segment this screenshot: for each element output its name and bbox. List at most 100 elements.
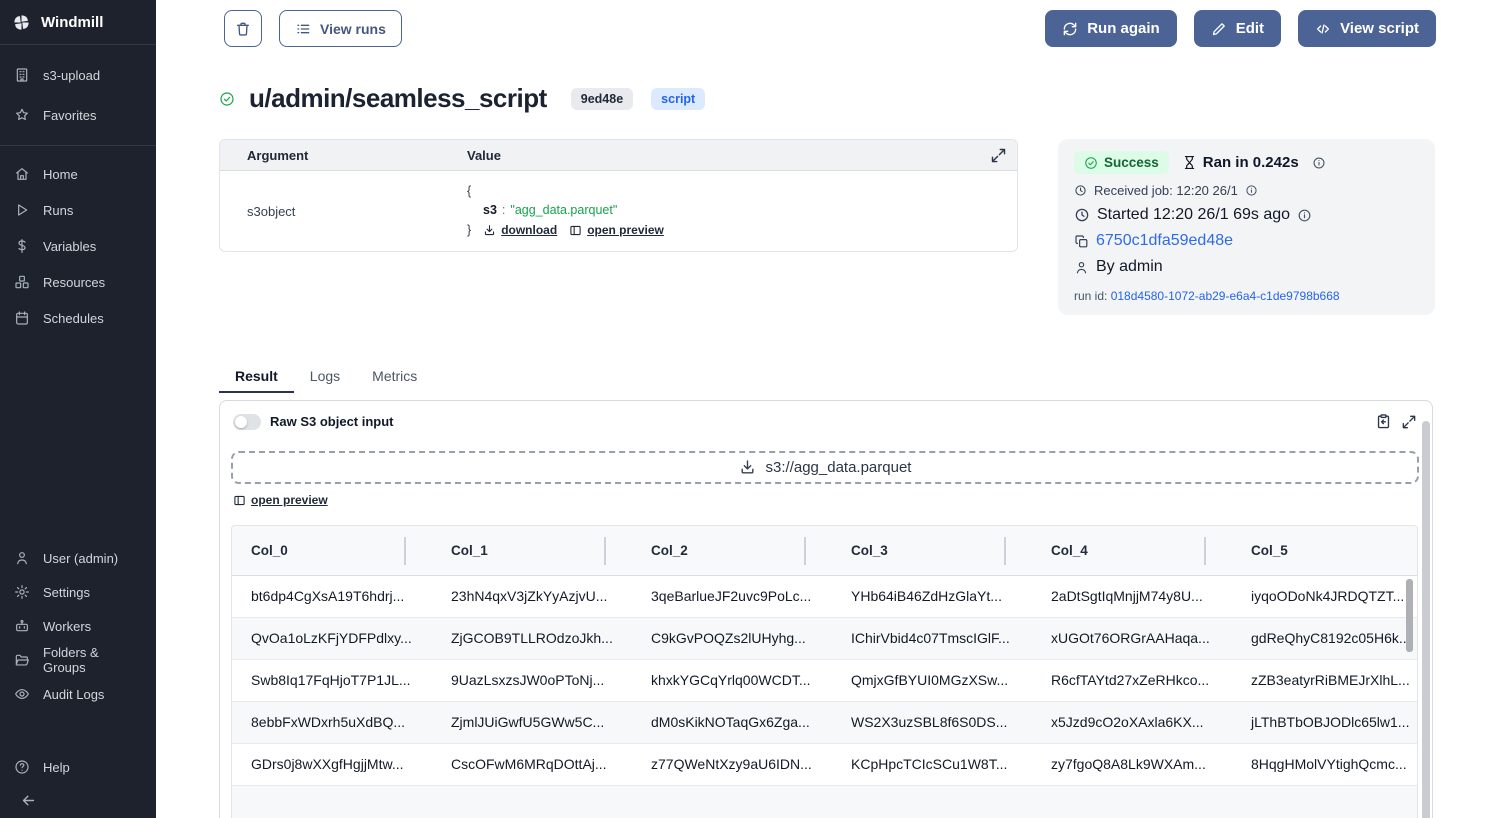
toolbar: View runs Run again Edit View script bbox=[224, 10, 1436, 47]
download-link[interactable]: download bbox=[483, 221, 557, 240]
expand-icon[interactable] bbox=[990, 147, 1007, 164]
sidebar-item-variables[interactable]: Variables bbox=[0, 228, 156, 264]
argument-value-json: { s3:"agg_data.parquet" } download open … bbox=[467, 182, 1007, 240]
sidebar-item-label: Audit Logs bbox=[43, 687, 104, 702]
sidebar-workspace-group: s3-upload Favorites bbox=[0, 45, 156, 145]
view-script-button[interactable]: View script bbox=[1298, 10, 1436, 47]
value-column-header: Value bbox=[467, 148, 977, 163]
sidebar-item-label: Home bbox=[43, 167, 78, 182]
sidebar-item-label: Settings bbox=[43, 585, 90, 600]
toggle-label: Raw S3 object input bbox=[270, 414, 394, 429]
table-cell: GDrs0j8wXXgfHgjjMtw... bbox=[232, 744, 432, 785]
table-cell: CscOFwM6MRqDOttAj... bbox=[432, 744, 632, 785]
table-scrollbar-thumb[interactable] bbox=[1406, 579, 1413, 652]
worker-link[interactable]: 6750c1dfa59ed48e bbox=[1096, 232, 1233, 250]
column-resize-handle[interactable] bbox=[404, 537, 406, 565]
column-resize-handle[interactable] bbox=[804, 537, 806, 565]
run-again-button[interactable]: Run again bbox=[1045, 10, 1177, 47]
result-panel: Raw S3 object input s3://agg_data.parque… bbox=[219, 400, 1433, 818]
table-cell: iyqoODoNk4JRDQTZT... bbox=[1232, 576, 1417, 617]
gear-icon bbox=[14, 584, 30, 600]
panel-scrollbar[interactable] bbox=[1422, 421, 1430, 818]
tab-metrics[interactable]: Metrics bbox=[356, 363, 433, 393]
sidebar-item-runs[interactable]: Runs bbox=[0, 192, 156, 228]
sidebar-item-label: Favorites bbox=[43, 108, 96, 123]
sidebar-item-folders-groups[interactable]: Folders & Groups bbox=[0, 643, 156, 677]
json-brace-close-row: } download open preview bbox=[467, 221, 1007, 240]
sidebar-item-label: s3-upload bbox=[43, 68, 100, 83]
eye-icon bbox=[14, 686, 30, 702]
sidebar-item-user[interactable]: User (admin) bbox=[0, 541, 156, 575]
table-cell: QvOa1oLzKFjYDFPdlxy... bbox=[232, 618, 432, 659]
building-icon bbox=[14, 67, 30, 83]
sidebar-item-workers[interactable]: Workers bbox=[0, 609, 156, 643]
edit-button[interactable]: Edit bbox=[1194, 10, 1281, 47]
json-brace-close: } bbox=[467, 221, 471, 240]
app-window: Windmill s3-upload Favorites Home Runs bbox=[0, 0, 1493, 818]
panel-preview-icon bbox=[233, 494, 246, 507]
table-cell: zZB3eatyrRiBMEJrXlhL... bbox=[1232, 660, 1417, 701]
view-runs-button[interactable]: View runs bbox=[279, 10, 402, 47]
column-resize-handle[interactable] bbox=[604, 537, 606, 565]
open-preview-link[interactable]: open preview bbox=[569, 221, 664, 240]
table-cell: ZjGCOB9TLLROdzoJkh... bbox=[432, 618, 632, 659]
app-name: Windmill bbox=[41, 14, 103, 31]
sidebar-item-s3-upload[interactable]: s3-upload bbox=[0, 55, 156, 95]
delete-run-button[interactable] bbox=[224, 10, 262, 47]
column-header: Col_1 bbox=[432, 526, 632, 575]
trash-icon bbox=[235, 21, 251, 37]
sidebar-collapse-button[interactable] bbox=[6, 786, 38, 814]
sidebar-item-schedules[interactable]: Schedules bbox=[0, 300, 156, 336]
info-icon[interactable] bbox=[1245, 184, 1258, 197]
dollar-icon bbox=[14, 238, 30, 254]
sidebar-item-label: User (admin) bbox=[43, 551, 118, 566]
column-resize-handle[interactable] bbox=[1204, 537, 1206, 565]
raw-s3-toggle[interactable] bbox=[233, 414, 261, 430]
json-string-value: "agg_data.parquet" bbox=[510, 203, 617, 217]
sidebar-item-audit-logs[interactable]: Audit Logs bbox=[0, 677, 156, 711]
table-cell: Swb8Iq17FqHjoT7P1JL... bbox=[232, 660, 432, 701]
sidebar-item-label: Folders & Groups bbox=[43, 645, 142, 675]
info-icon[interactable] bbox=[1297, 208, 1312, 223]
column-header: Col_2 bbox=[632, 526, 832, 575]
table-cell: IChirVbid4c07TmscIGlF... bbox=[832, 618, 1032, 659]
table-cell: z77QWeNtXzy9aU6IDN... bbox=[632, 744, 832, 785]
clipboard-copy-icon[interactable] bbox=[1375, 413, 1392, 430]
sidebar-item-home[interactable]: Home bbox=[0, 156, 156, 192]
column-header: Col_0 bbox=[232, 526, 432, 575]
table-cell: ZjmlJUiGwfU5GWw5C... bbox=[432, 702, 632, 743]
sidebar-item-help[interactable]: Help bbox=[0, 750, 156, 784]
column-header: Col_3 bbox=[832, 526, 1032, 575]
table-cell: 3qeBarlueJF2uvc9PoLc... bbox=[632, 576, 832, 617]
open-preview-link[interactable]: open preview bbox=[233, 493, 328, 507]
table-cell: QmjxGfBYUI0MGzXSw... bbox=[832, 660, 1032, 701]
sidebar-help-group: Help bbox=[0, 750, 156, 784]
table-cell: khxkYGCqYrlq00WCDT... bbox=[632, 660, 832, 701]
toggle-knob bbox=[235, 416, 247, 428]
app-logo[interactable]: Windmill bbox=[0, 0, 156, 44]
json-property: s3:"agg_data.parquet" bbox=[467, 201, 1007, 220]
hourglass-icon bbox=[1182, 155, 1197, 170]
run-id-link[interactable]: 018d4580-1072-ab29-e6a4-c1de9798b668 bbox=[1111, 289, 1340, 303]
sidebar-item-resources[interactable]: Resources bbox=[0, 264, 156, 300]
info-icon[interactable] bbox=[1312, 156, 1326, 170]
arguments-card: Argument Value s3object { s3:"agg_data.p… bbox=[219, 139, 1018, 252]
script-hash-badge[interactable]: 9ed48e bbox=[571, 88, 633, 110]
by-user-row: By admin bbox=[1074, 258, 1419, 276]
tab-logs[interactable]: Logs bbox=[294, 363, 356, 393]
json-brace-open: { bbox=[467, 182, 1007, 201]
robot-icon bbox=[14, 618, 30, 634]
table-cell: 9UazLsxzsJW0oPToNj... bbox=[432, 660, 632, 701]
sidebar-item-settings[interactable]: Settings bbox=[0, 575, 156, 609]
script-kind-badge: script bbox=[651, 88, 705, 110]
column-resize-handle[interactable] bbox=[1004, 537, 1006, 565]
table-row: 8ebbFxWDxrh5uXdBQ...ZjmlJUiGwfU5GWw5C...… bbox=[232, 702, 1417, 744]
sidebar-item-favorites[interactable]: Favorites bbox=[0, 95, 156, 135]
clock-icon bbox=[1074, 184, 1087, 197]
s3-file-download-box[interactable]: s3://agg_data.parquet bbox=[231, 451, 1419, 484]
table-cell: 2aDtSgtIqMnjjM74y8U... bbox=[1032, 576, 1232, 617]
maximize-icon[interactable] bbox=[1401, 414, 1417, 430]
table-cell: x5Jzd9cO2oXAxla6KX... bbox=[1032, 702, 1232, 743]
sidebar: Windmill s3-upload Favorites Home Runs bbox=[0, 0, 156, 818]
tab-result[interactable]: Result bbox=[219, 363, 294, 393]
